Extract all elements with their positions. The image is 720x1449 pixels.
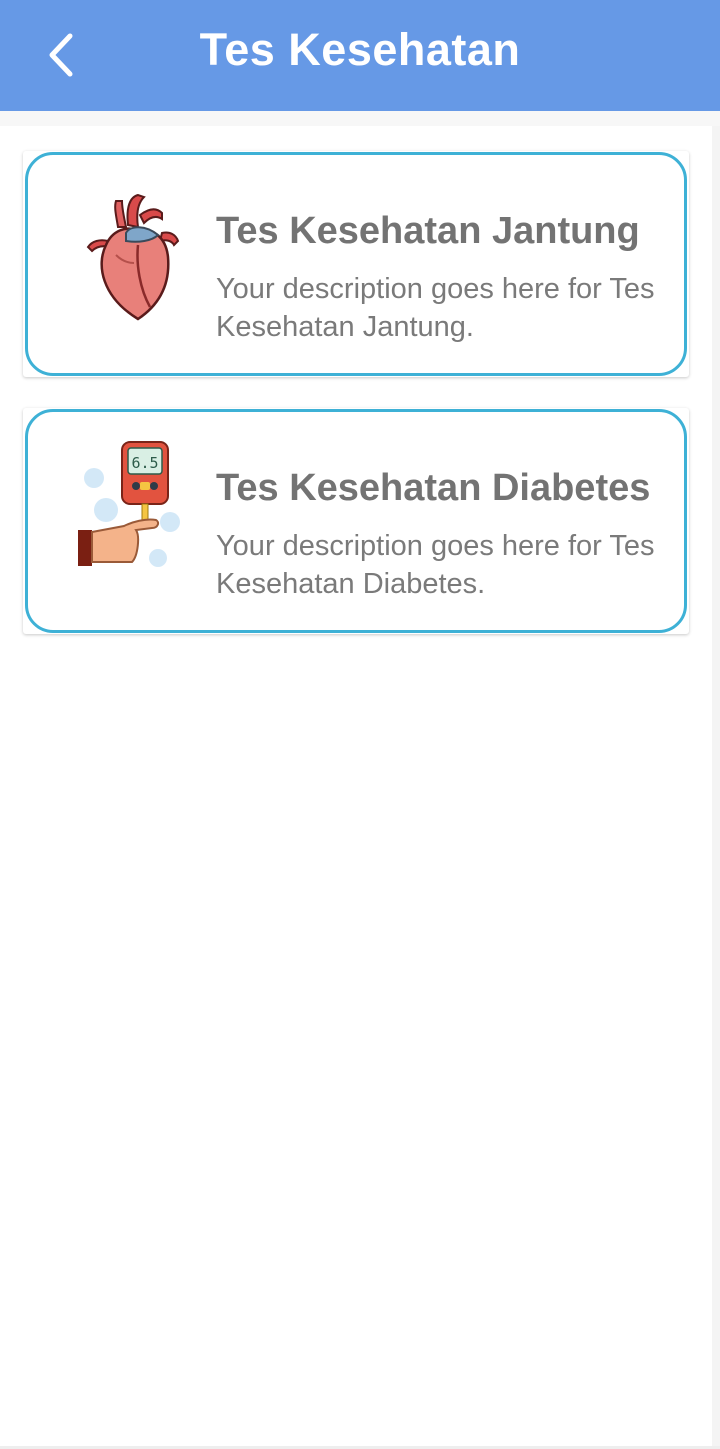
card-heart-test[interactable]: Tes Kesehatan Jantung Your description g… — [25, 152, 687, 376]
card-description: Your description goes here for Tes Keseh… — [216, 530, 655, 600]
app-bar: Tes Kesehatan — [0, 0, 720, 111]
card-container: Tes Kesehatan Jantung Your description g… — [23, 151, 689, 377]
card-description: Your description goes here for Tes Keseh… — [216, 273, 655, 343]
card-diabetes-test[interactable]: 6.5 Tes Kesehatan Diabetes Your descript… — [25, 409, 687, 633]
card-title: Tes Kesehatan Diabetes — [216, 467, 651, 509]
card-title: Tes Kesehatan Jantung — [216, 210, 640, 252]
card-container: 6.5 Tes Kesehatan Diabetes Your descript… — [23, 408, 689, 634]
page-title: Tes Kesehatan — [199, 24, 521, 75]
glucose-meter-illustration: 6.5 — [78, 441, 180, 567]
scroll-edge — [712, 126, 720, 1449]
meter-reading: 6.5 — [131, 454, 158, 472]
heart-illustration — [86, 193, 180, 321]
header-divider — [0, 111, 720, 126]
